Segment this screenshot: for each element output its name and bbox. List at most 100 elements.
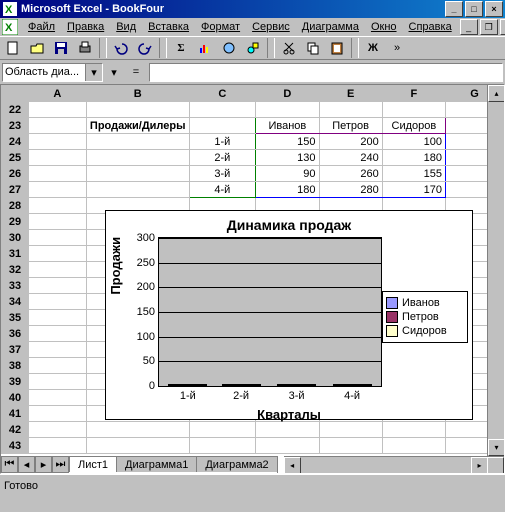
bold-button[interactable]: Ж: [362, 37, 384, 59]
cell[interactable]: Сидоров: [382, 118, 445, 134]
row-header[interactable]: 29: [2, 214, 29, 230]
menu-help[interactable]: Справка: [403, 20, 458, 34]
chart-bar[interactable]: [235, 384, 248, 386]
sheet-tab[interactable]: Лист1: [69, 456, 117, 472]
cell[interactable]: [28, 406, 86, 422]
child-restore-button[interactable]: ❐: [480, 19, 498, 35]
chart-bar[interactable]: [181, 384, 194, 386]
menu-window[interactable]: Окно: [365, 20, 403, 34]
tab-next-button[interactable]: ▸: [35, 456, 52, 473]
cell[interactable]: [86, 438, 189, 454]
undo-button[interactable]: [110, 37, 132, 59]
cell[interactable]: [28, 342, 86, 358]
row-header[interactable]: 25: [2, 150, 29, 166]
chart-bar[interactable]: [333, 384, 346, 386]
row-header[interactable]: 35: [2, 310, 29, 326]
cell[interactable]: [28, 118, 86, 134]
column-header[interactable]: C: [189, 86, 256, 102]
menu-edit[interactable]: Правка: [61, 20, 110, 34]
cell[interactable]: 3-й: [189, 166, 256, 182]
cell[interactable]: [28, 134, 86, 150]
menu-insert[interactable]: Вставка: [142, 20, 195, 34]
cell[interactable]: Продажи/Дилеры: [86, 118, 189, 134]
print-button[interactable]: [74, 37, 96, 59]
cell[interactable]: [28, 230, 86, 246]
cell[interactable]: 240: [319, 150, 382, 166]
chart-bar[interactable]: [222, 384, 235, 386]
chart-bar[interactable]: [168, 384, 181, 386]
cell[interactable]: [28, 278, 86, 294]
chart-bar[interactable]: [248, 384, 261, 386]
chart-bar[interactable]: [346, 384, 359, 386]
row-header[interactable]: 27: [2, 182, 29, 198]
y-axis-title[interactable]: Продажи: [108, 237, 123, 295]
row-header[interactable]: 38: [2, 358, 29, 374]
row-header[interactable]: 39: [2, 374, 29, 390]
child-close-button[interactable]: ×: [500, 19, 505, 35]
close-button[interactable]: ×: [485, 1, 503, 17]
row-header[interactable]: 34: [2, 294, 29, 310]
chart-bar[interactable]: [277, 384, 290, 386]
cell[interactable]: [28, 390, 86, 406]
chart-plot-area[interactable]: Продажи 0501001502002503001-й2-й3-й4-й: [158, 237, 382, 387]
cell[interactable]: 1-й: [189, 134, 256, 150]
cell[interactable]: [28, 214, 86, 230]
cell[interactable]: [86, 150, 189, 166]
cell[interactable]: [28, 182, 86, 198]
row-header[interactable]: 41: [2, 406, 29, 422]
menu-view[interactable]: Вид: [110, 20, 142, 34]
scroll-right-button[interactable]: ▸: [471, 457, 488, 474]
sheet-tab[interactable]: Диаграмма1: [116, 456, 197, 472]
row-header[interactable]: 40: [2, 390, 29, 406]
minimize-button[interactable]: _: [445, 1, 463, 17]
x-axis-title[interactable]: Кварталы: [106, 407, 472, 422]
equals-button[interactable]: =: [123, 66, 149, 78]
cell[interactable]: 4-й: [189, 182, 256, 198]
cell[interactable]: 170: [382, 182, 445, 198]
chart-bar[interactable]: [359, 384, 372, 386]
cut-button[interactable]: [278, 37, 300, 59]
column-header[interactable]: E: [319, 86, 382, 102]
cell[interactable]: [189, 438, 256, 454]
row-header[interactable]: 33: [2, 278, 29, 294]
cell[interactable]: 100: [382, 134, 445, 150]
column-header[interactable]: F: [382, 86, 445, 102]
menu-chart[interactable]: Диаграмма: [296, 20, 365, 34]
menu-tools[interactable]: Сервис: [246, 20, 296, 34]
legend-item[interactable]: Петров: [386, 311, 464, 323]
cell[interactable]: [319, 438, 382, 454]
cell[interactable]: [86, 166, 189, 182]
scroll-up-button[interactable]: ▴: [488, 85, 505, 102]
row-header[interactable]: 24: [2, 134, 29, 150]
cell[interactable]: [28, 438, 86, 454]
row-header[interactable]: 43: [2, 438, 29, 454]
cell[interactable]: [28, 310, 86, 326]
drawing-button[interactable]: [242, 37, 264, 59]
cell[interactable]: [28, 326, 86, 342]
chart-title[interactable]: Динамика продаж: [106, 217, 472, 233]
cell[interactable]: Иванов: [256, 118, 319, 134]
row-header[interactable]: 36: [2, 326, 29, 342]
child-minimize-button[interactable]: _: [460, 19, 478, 35]
tab-last-button[interactable]: ⏭: [52, 456, 69, 473]
cell[interactable]: [28, 294, 86, 310]
tab-first-button[interactable]: ⏮: [1, 456, 18, 473]
copy-button[interactable]: [302, 37, 324, 59]
cell[interactable]: [28, 422, 86, 438]
paste-button[interactable]: [326, 37, 348, 59]
row-header[interactable]: 26: [2, 166, 29, 182]
row-header[interactable]: 23: [2, 118, 29, 134]
cell[interactable]: [28, 166, 86, 182]
cell[interactable]: 155: [382, 166, 445, 182]
row-header[interactable]: 31: [2, 246, 29, 262]
cell[interactable]: [382, 422, 445, 438]
more-buttons[interactable]: »: [386, 37, 408, 59]
open-button[interactable]: [26, 37, 48, 59]
cell[interactable]: [382, 102, 445, 118]
chart-legend[interactable]: ИвановПетровСидоров: [382, 291, 468, 343]
autosum-button[interactable]: Σ: [170, 37, 192, 59]
sheet-tab[interactable]: Диаграмма2: [196, 456, 277, 472]
chart-bar[interactable]: [194, 384, 207, 386]
vertical-scrollbar[interactable]: ▴ ▾: [487, 85, 504, 456]
cell[interactable]: 180: [382, 150, 445, 166]
